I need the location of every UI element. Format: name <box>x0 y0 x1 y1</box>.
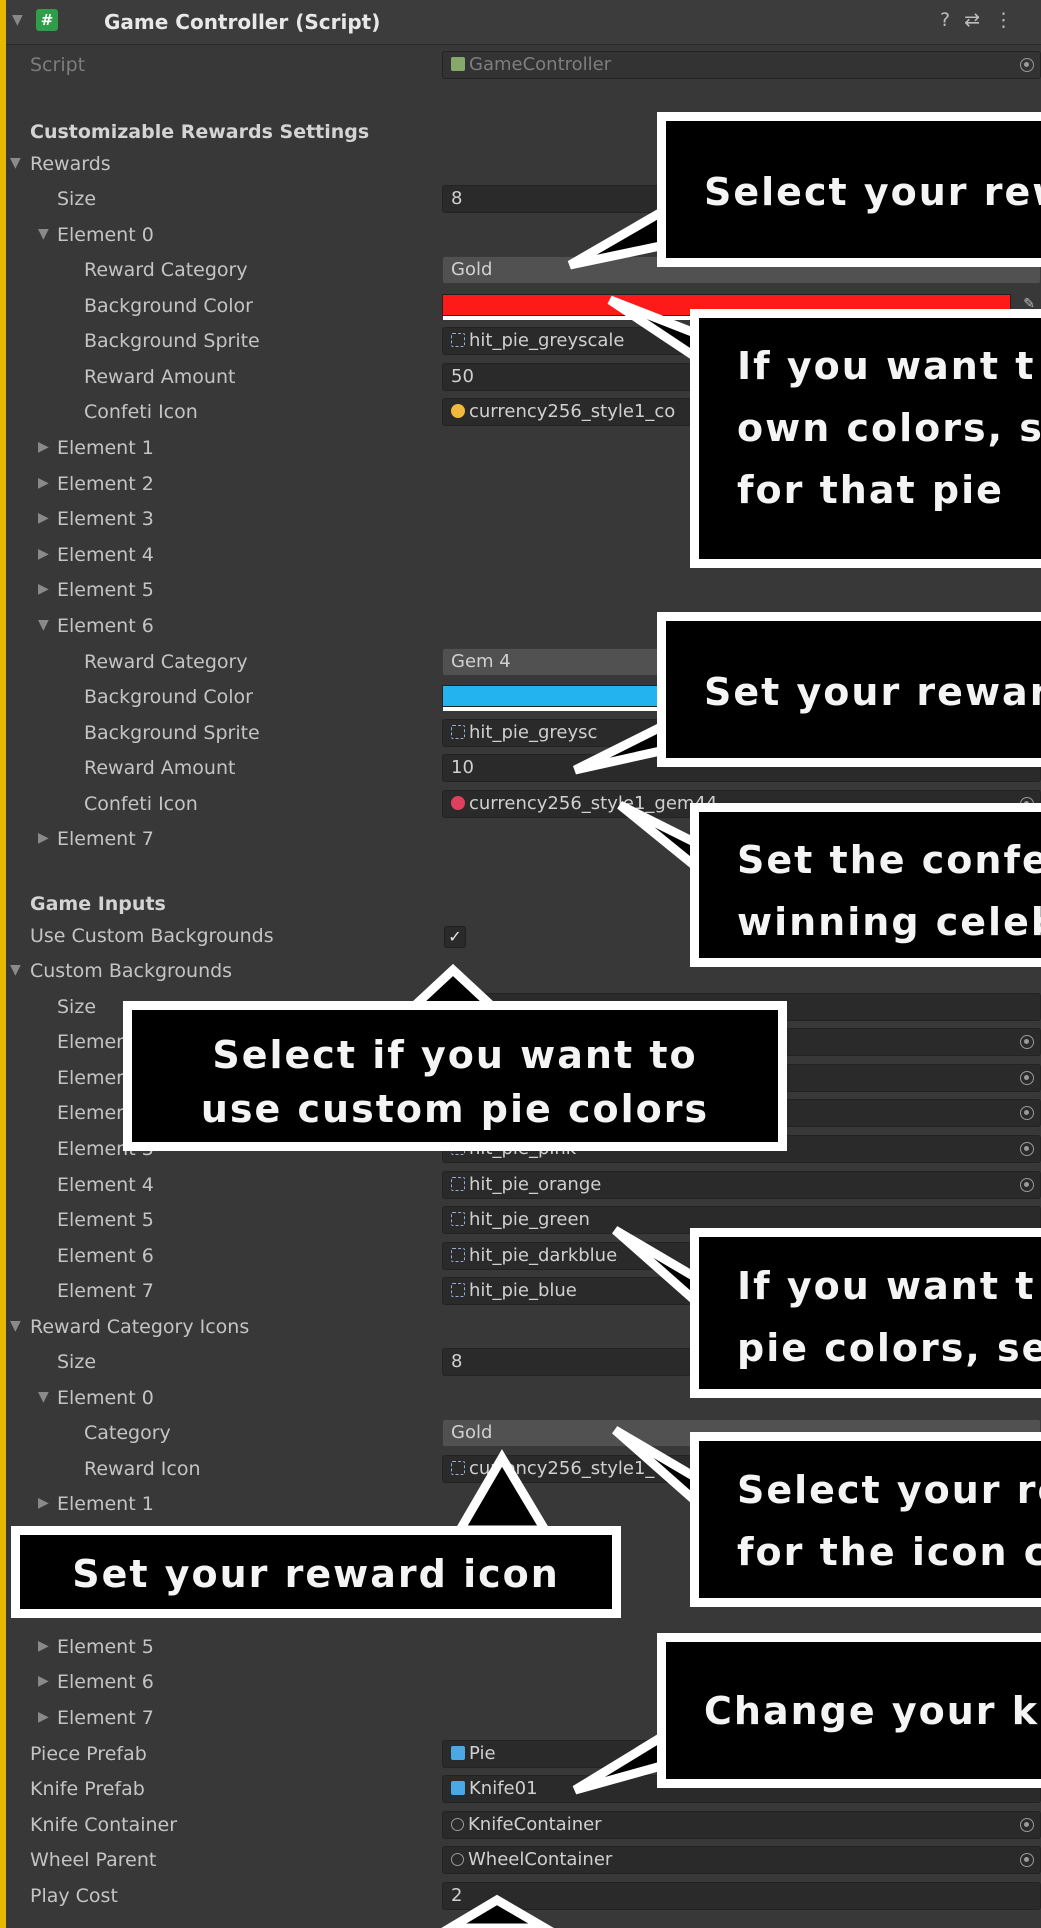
callout-text: Select your re for the icon c <box>737 1459 1041 1583</box>
callout-pointer-3 <box>572 717 670 775</box>
callout-line: use custom pie colors <box>200 1087 710 1131</box>
callout-own-colors: If you want t own colors, s for that pie <box>690 309 1041 568</box>
callout-line: If you want t <box>737 344 1036 388</box>
callout-change-knife: Change your kn <box>657 1633 1041 1788</box>
callout-line: own colors, s <box>737 406 1041 450</box>
callout-line: Set the confe <box>737 838 1041 882</box>
callout-text: If you want t pie colors, se <box>737 1255 1041 1379</box>
callout-pointer-10 <box>441 1894 554 1928</box>
callout-reward-icon: Set your reward icon <box>11 1526 621 1618</box>
callout-line: Select if you want to <box>212 1033 698 1077</box>
callout-text: Change your kn <box>704 1689 1041 1733</box>
callout-text: Set the confe winning celeb <box>737 829 1041 953</box>
callout-text: Set your rewar <box>704 670 1041 714</box>
callout-custom-pie-colors: Select if you want to use custom pie col… <box>123 1001 787 1151</box>
callout-line: Select your re <box>737 1468 1041 1512</box>
callout-icon-category: Select your re for the icon c <box>690 1432 1041 1607</box>
callout-text: Select your rew <box>704 170 1041 214</box>
callout-line: winning celeb <box>737 900 1041 944</box>
callout-line: If you want t <box>737 1264 1036 1308</box>
callout-text: Select if you want to use custom pie col… <box>132 1028 778 1136</box>
callout-pointer-2 <box>607 295 705 369</box>
callout-text: If you want t own colors, s for that pie <box>737 335 1041 521</box>
callout-pointer-1 <box>567 202 670 270</box>
callout-line: pie colors, se <box>737 1326 1041 1370</box>
callout-pie-colors: If you want t pie colors, se <box>690 1228 1041 1398</box>
callout-set-reward: Set your rewar <box>657 612 1041 767</box>
callout-pointer-8 <box>452 1449 553 1535</box>
callout-confetti: Set the confe winning celeb <box>690 803 1041 967</box>
callout-line: for the icon c <box>737 1530 1041 1574</box>
callout-pointer-9 <box>572 1726 670 1795</box>
callout-line: for that pie <box>737 468 1004 512</box>
callout-select-reward: Select your rew <box>657 112 1041 267</box>
callout-pointer-6 <box>612 1226 705 1315</box>
callout-pointer-4 <box>617 800 705 880</box>
callout-pointer-7 <box>612 1426 705 1515</box>
callout-text: Set your reward icon <box>72 1552 560 1596</box>
